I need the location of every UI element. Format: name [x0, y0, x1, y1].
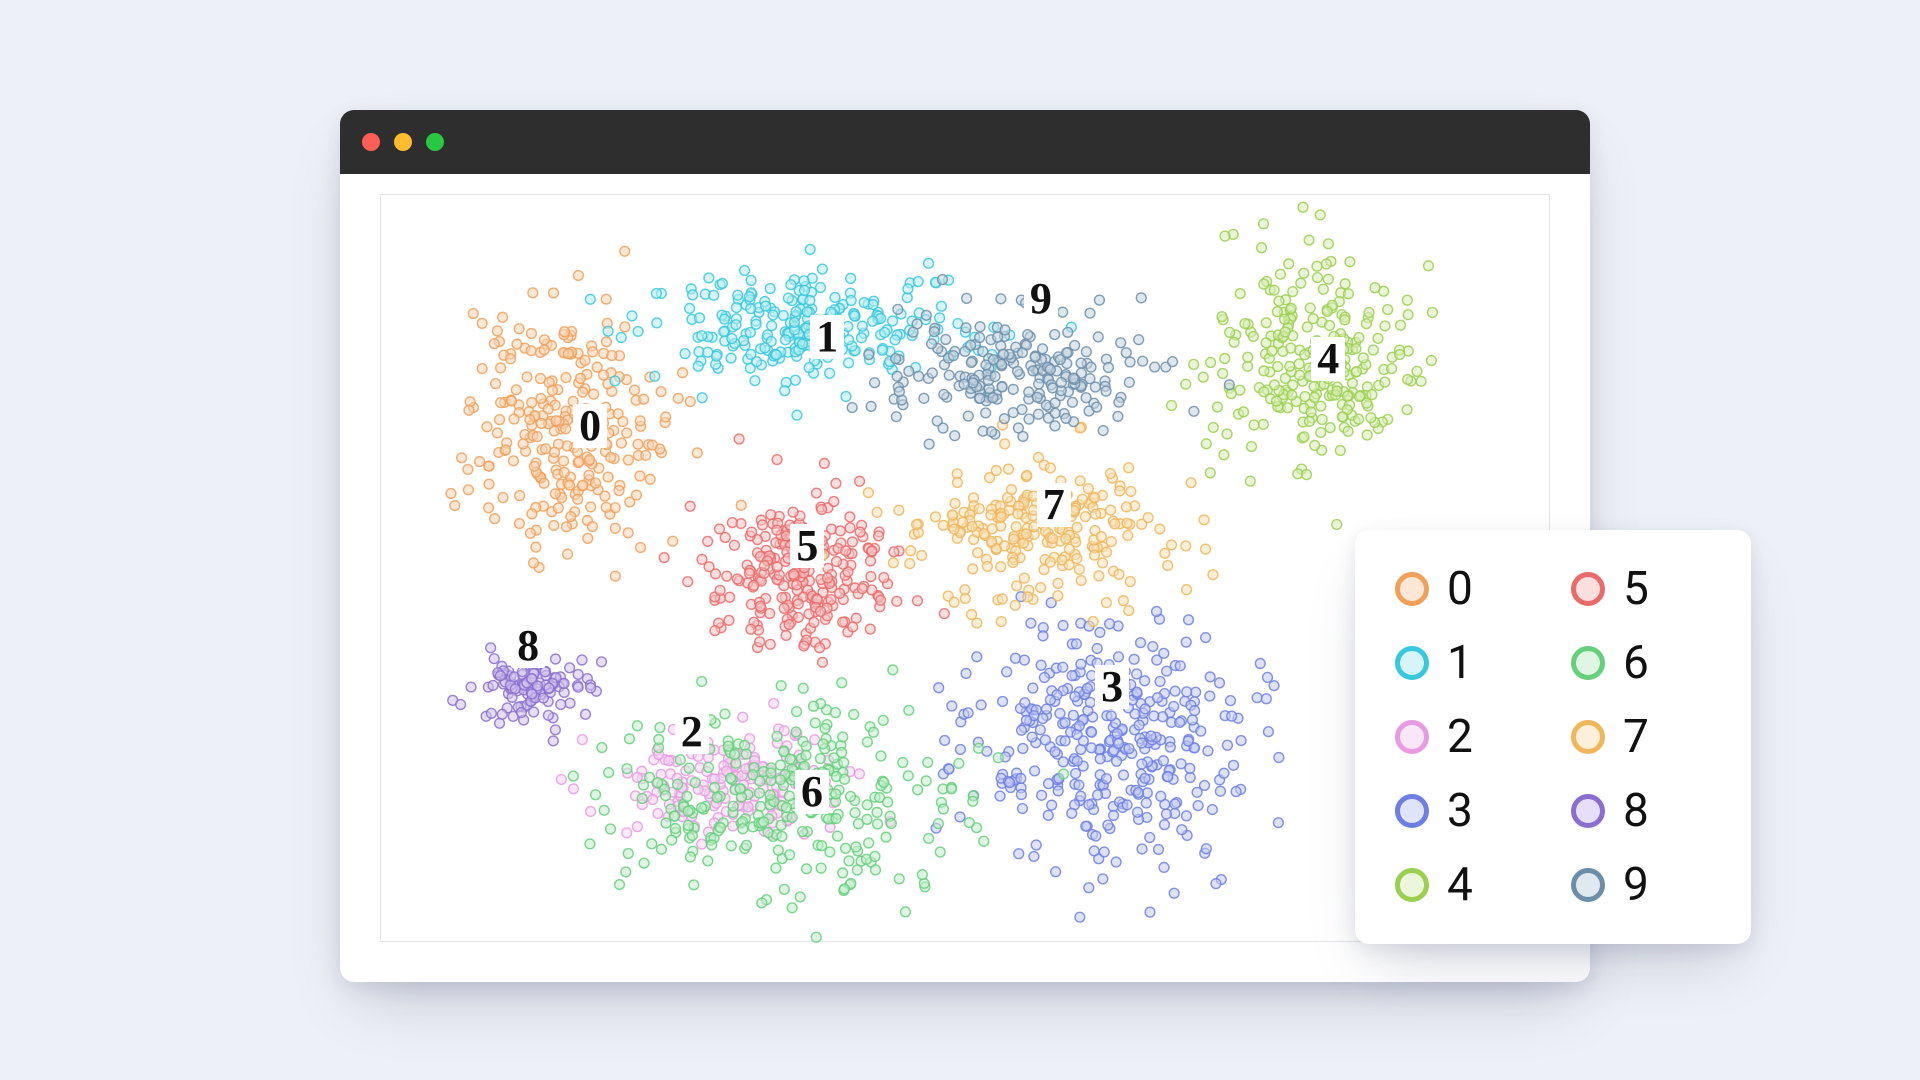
legend-swatch-4-icon	[1395, 868, 1429, 902]
legend-item-4[interactable]: 4	[1395, 862, 1547, 908]
legend-item-2[interactable]: 2	[1395, 714, 1547, 760]
legend-item-8[interactable]: 8	[1571, 788, 1723, 834]
traffic-light-zoom-icon[interactable]	[426, 133, 444, 151]
legend-swatch-9-icon	[1571, 868, 1605, 902]
legend-label-3: 3	[1447, 788, 1473, 834]
legend-swatch-3-icon	[1395, 794, 1429, 828]
legend-item-0[interactable]: 0	[1395, 566, 1547, 612]
legend-item-6[interactable]: 6	[1571, 640, 1723, 686]
legend-label-2: 2	[1447, 714, 1473, 760]
legend-item-9[interactable]: 9	[1571, 862, 1723, 908]
legend-item-1[interactable]: 1	[1395, 640, 1547, 686]
legend-swatch-7-icon	[1571, 720, 1605, 754]
traffic-light-minimize-icon[interactable]	[394, 133, 412, 151]
legend-swatch-1-icon	[1395, 646, 1429, 680]
legend-item-7[interactable]: 7	[1571, 714, 1723, 760]
cluster-4	[1167, 202, 1438, 529]
legend-label-8: 8	[1623, 788, 1649, 834]
legend-item-3[interactable]: 3	[1395, 788, 1547, 834]
window-titlebar	[340, 110, 1590, 174]
legend-swatch-5-icon	[1571, 572, 1605, 606]
cluster-6	[568, 665, 1068, 942]
digit-color-legend: 0 5 1 6 2 7 3 8 4 9	[1355, 530, 1751, 944]
legend-swatch-8-icon	[1571, 794, 1605, 828]
legend-label-6: 6	[1623, 640, 1649, 686]
legend-label-0: 0	[1447, 566, 1473, 612]
legend-item-5[interactable]: 5	[1571, 566, 1723, 612]
legend-swatch-2-icon	[1395, 720, 1429, 754]
legend-swatch-6-icon	[1571, 646, 1605, 680]
traffic-light-close-icon[interactable]	[362, 133, 380, 151]
legend-label-7: 7	[1623, 714, 1649, 760]
legend-label-5: 5	[1623, 566, 1649, 612]
legend-label-9: 9	[1623, 862, 1649, 908]
legend-swatch-0-icon	[1395, 572, 1429, 606]
cluster-8	[448, 643, 607, 746]
legend-label-1: 1	[1447, 640, 1473, 686]
legend-label-4: 4	[1447, 862, 1473, 908]
